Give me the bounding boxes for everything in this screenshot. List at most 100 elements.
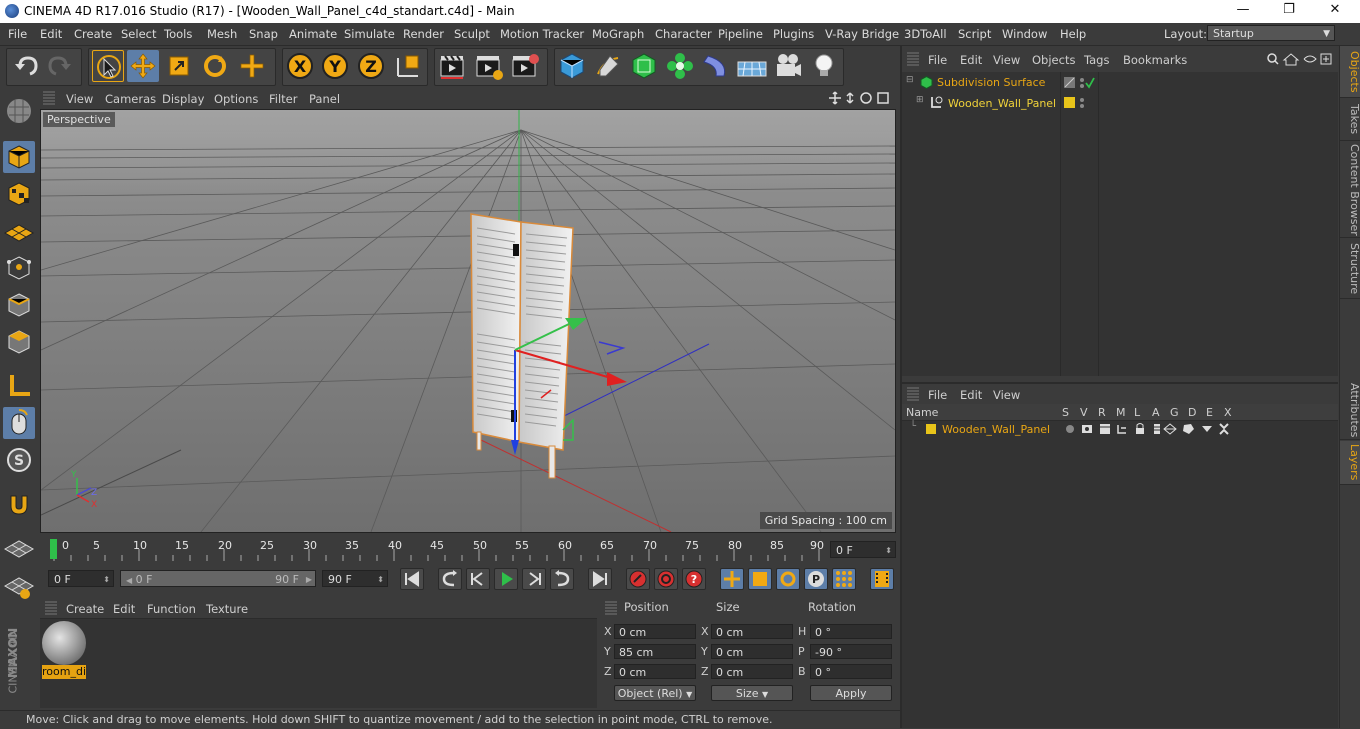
material-menu-function[interactable]: Function [147, 602, 196, 616]
size-mode-select[interactable]: Size ▼ [711, 685, 793, 701]
expand-icon[interactable]: ⊞ [916, 95, 924, 105]
viewport-menu-display[interactable]: Display [162, 92, 204, 106]
layer-row[interactable]: └ Wooden_Wall_Panel [902, 421, 1338, 439]
z-axis-lock-button[interactable]: Z [355, 50, 387, 82]
tab-structure[interactable]: Structure [1340, 239, 1360, 299]
menu-help[interactable]: Help [1060, 27, 1086, 41]
menu-mograph[interactable]: MoGraph [592, 27, 644, 41]
locked-workplane-button[interactable] [3, 533, 35, 565]
tweak-mode-button[interactable] [3, 407, 35, 439]
material-item[interactable]: room_di [40, 619, 90, 681]
undo-button[interactable] [10, 50, 42, 82]
live-selection-button[interactable] [92, 50, 124, 82]
camera-button[interactable] [772, 50, 804, 82]
apply-button[interactable]: Apply [810, 685, 892, 701]
position-x-field[interactable]: 0 cm [614, 624, 696, 639]
menu-simulate[interactable]: Simulate [344, 27, 395, 41]
object-menu-file[interactable]: File [928, 53, 947, 67]
menu-animate[interactable]: Animate [289, 27, 337, 41]
render-view-button[interactable] [437, 50, 469, 82]
object-row-wooden-wall-panel[interactable]: ⊞ Wooden_Wall_Panel [902, 94, 1338, 112]
next-key-button[interactable] [550, 568, 574, 590]
object-visibility-controls[interactable] [1064, 76, 1096, 90]
layout-select[interactable]: Startup ▼ [1207, 25, 1335, 41]
camera-label[interactable]: Perspective [43, 112, 115, 127]
current-frame-field[interactable]: 0 F ⬍ [830, 541, 896, 558]
layer-color-swatch[interactable] [926, 424, 936, 434]
magnet-button[interactable] [3, 488, 35, 520]
render-picture-viewer-button[interactable] [473, 50, 505, 82]
viewport-scene[interactable] [41, 110, 895, 532]
column-manager[interactable]: M [1116, 406, 1126, 419]
object-menu-view[interactable]: View [993, 53, 1020, 67]
close-button[interactable]: ✕ [1312, 2, 1358, 20]
key-rotation-button[interactable] [776, 568, 800, 590]
menu-snap[interactable]: Snap [249, 27, 278, 41]
key-parameter-button[interactable]: P [804, 568, 828, 590]
go-to-end-button[interactable] [588, 568, 612, 590]
floor-button[interactable] [736, 50, 768, 82]
cube-object-button[interactable] [556, 50, 588, 82]
rotation-b-field[interactable]: 0 ° [810, 664, 892, 679]
record-keys-button[interactable] [626, 568, 650, 590]
tab-takes[interactable]: Takes [1340, 99, 1360, 141]
column-render[interactable]: R [1098, 406, 1106, 419]
timeline-ruler[interactable]: 0 5 10 15 20 25 30 35 40 45 50 55 60 65 … [38, 535, 900, 565]
restore-button[interactable]: ❐ [1266, 2, 1312, 20]
edges-mode-button[interactable] [3, 289, 35, 321]
column-locked[interactable]: L [1134, 406, 1140, 419]
cloner-button[interactable] [664, 50, 696, 82]
move-tool-button[interactable] [127, 50, 159, 82]
viewport-menu-options[interactable]: Options [214, 92, 258, 106]
rotate-tool-button[interactable] [199, 50, 231, 82]
viewport-menu-view[interactable]: View [66, 92, 93, 106]
next-frame-button[interactable] [522, 568, 546, 590]
menu-create[interactable]: Create [74, 27, 112, 41]
minimize-button[interactable]: — [1220, 2, 1266, 20]
subdivision-surface-button[interactable] [628, 50, 660, 82]
go-to-start-button[interactable] [400, 568, 424, 590]
rotation-h-field[interactable]: 0 ° [810, 624, 892, 639]
snap-button[interactable]: S [3, 444, 35, 476]
material-menu-texture[interactable]: Texture [206, 602, 248, 616]
size-y-field[interactable]: 0 cm [711, 644, 793, 659]
previous-frame-button[interactable] [466, 568, 490, 590]
menu-3dtoall[interactable]: 3DToAll [904, 27, 947, 41]
menu-render[interactable]: Render [403, 27, 444, 41]
key-position-button[interactable] [720, 568, 744, 590]
preview-range-slider[interactable]: ◀ 0 F 90 F ▶ [120, 570, 316, 587]
column-xref[interactable]: X [1224, 406, 1232, 419]
planar-workplane-button[interactable] [3, 570, 35, 602]
menu-mesh[interactable]: Mesh [207, 27, 237, 41]
coordinate-mode-select[interactable]: Object (Rel) ▼ [614, 685, 696, 701]
timeline-window-button[interactable] [870, 568, 894, 590]
spline-pen-button[interactable] [592, 50, 624, 82]
size-z-field[interactable]: 0 cm [711, 664, 793, 679]
tab-attributes[interactable]: Attributes [1340, 382, 1360, 440]
texture-mode-button[interactable] [3, 178, 35, 210]
menu-character[interactable]: Character [655, 27, 712, 41]
x-axis-lock-button[interactable]: X [284, 50, 316, 82]
collapse-icon[interactable]: ⊟ [906, 75, 914, 85]
size-x-field[interactable]: 0 cm [711, 624, 793, 639]
layer-menu-edit[interactable]: Edit [960, 388, 982, 402]
previous-key-button[interactable] [438, 568, 462, 590]
scale-tool-button[interactable] [163, 50, 195, 82]
object-layer-controls[interactable] [1064, 96, 1096, 110]
layer-toggle-icons[interactable] [1064, 422, 1244, 436]
column-generators[interactable]: G [1170, 406, 1179, 419]
viewport-menu-panel[interactable]: Panel [309, 92, 340, 106]
menu-vray-bridge[interactable]: V-Ray Bridge [825, 27, 899, 41]
menu-plugins[interactable]: Plugins [773, 27, 814, 41]
column-view[interactable]: V [1080, 406, 1088, 419]
menu-pipeline[interactable]: Pipeline [718, 27, 763, 41]
make-editable-button[interactable] [3, 95, 35, 127]
column-deformers[interactable]: D [1188, 406, 1196, 419]
position-y-field[interactable]: 85 cm [614, 644, 696, 659]
workplane-mode-button[interactable] [3, 215, 35, 247]
3d-viewport[interactable]: Y Z X Perspective Grid Spacing : 100 cm [40, 109, 896, 533]
redo-button[interactable] [44, 50, 76, 82]
rotation-p-field[interactable]: -90 ° [810, 644, 892, 659]
coordinate-system-button[interactable] [392, 50, 424, 82]
axis-mode-button[interactable] [3, 370, 35, 402]
